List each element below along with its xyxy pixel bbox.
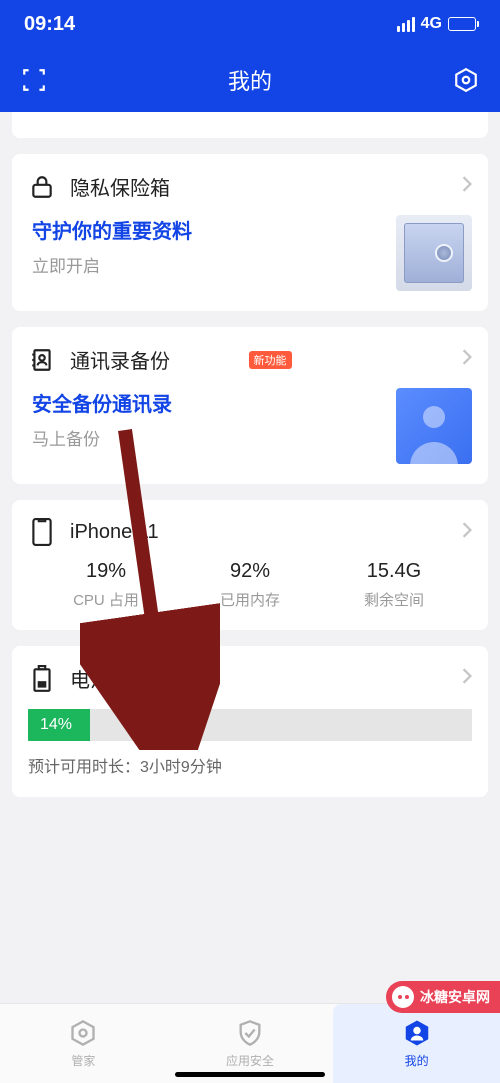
card-sub: 立即开启 [32,252,388,277]
chevron-right-icon [462,522,472,543]
battery-estimate: 预计可用时长：3小时9分钟 [28,753,472,777]
card-title: 电池管理 [70,664,462,693]
battery-icon [448,17,476,31]
scan-icon[interactable] [20,66,48,94]
contacts-image [396,388,472,464]
status-right: 4G [397,15,476,33]
battery-progress: 14% [28,709,472,741]
lock-icon [28,173,56,201]
card-title: 隐私保险箱 [70,172,462,201]
user-hex-icon [402,1018,432,1048]
card-link[interactable]: 安全备份通讯录 [32,388,388,417]
status-time: 09:14 [24,13,75,36]
status-bar: 09:14 4G [0,0,500,48]
prev-card-stub [12,112,488,138]
storage-stat: 15.4G 剩余空间 [322,560,466,610]
battery-card[interactable]: 电池管理 14% 预计可用时长：3小时9分钟 [12,646,488,797]
card-sub: 马上备份 [32,425,388,450]
memory-stat: 92% 已用内存 [178,560,322,610]
device-stats: 19% CPU 占用 92% 已用内存 15.4G 剩余空间 [28,546,472,610]
network-type: 4G [421,15,442,33]
phone-icon [28,518,56,546]
contacts-backup-card[interactable]: 通讯录备份 新功能 安全备份通讯录 马上备份 [12,327,488,484]
chevron-right-icon [462,176,472,197]
card-title: 通讯录备份 [70,345,241,374]
signal-icon [397,17,415,32]
chevron-right-icon [462,349,472,370]
watermark-badge: 冰糖安卓网 [386,981,500,1013]
app-header: 我的 [0,48,500,112]
card-title: iPhone 11 [70,521,462,544]
tab-home[interactable]: 管家 [0,1004,167,1083]
card-link[interactable]: 守护你的重要资料 [32,215,388,244]
tab-mine[interactable]: 我的 [333,1004,500,1083]
privacy-vault-card[interactable]: 隐私保险箱 守护你的重要资料 立即开启 [12,154,488,311]
shield-icon [235,1018,265,1048]
battery-percent: 14% [40,716,72,734]
home-indicator [175,1072,325,1077]
home-hex-icon [68,1018,98,1048]
new-badge: 新功能 [249,351,292,369]
device-info-card[interactable]: iPhone 11 19% CPU 占用 92% 已用内存 15.4G 剩余空间 [12,500,488,630]
cpu-stat: 19% CPU 占用 [34,560,178,610]
content-scroll[interactable]: 隐私保险箱 守护你的重要资料 立即开启 通讯录备份 新功能 [0,112,500,1003]
contacts-icon [28,346,56,374]
chevron-right-icon [462,668,472,689]
battery-mgmt-icon [28,665,56,693]
page-title: 我的 [228,64,272,96]
tab-bar: 管家 应用安全 我的 [0,1003,500,1083]
settings-icon[interactable] [452,66,480,94]
safe-image [396,215,472,291]
